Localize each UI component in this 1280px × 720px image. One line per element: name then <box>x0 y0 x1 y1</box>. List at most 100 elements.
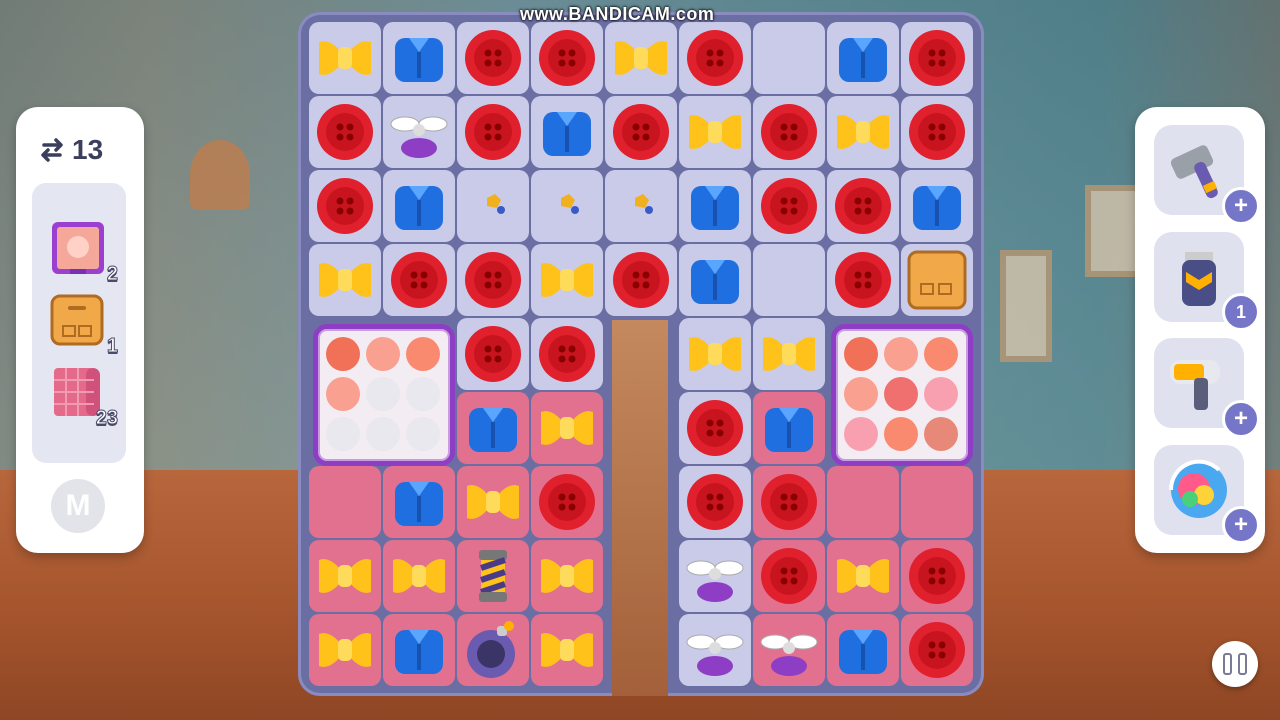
pause-icon <box>1223 653 1232 675</box>
goal-box-count: 1 <box>106 335 118 358</box>
board-cell-shirt[interactable] <box>531 96 603 168</box>
board-cell-propeller[interactable] <box>753 614 825 686</box>
collection-dot <box>366 377 400 411</box>
board-cell-button[interactable] <box>457 96 529 168</box>
board-cell-dust[interactable] <box>605 170 677 242</box>
board-cell-button[interactable] <box>901 540 973 612</box>
board-cell-shirt[interactable] <box>383 614 455 686</box>
board-cell-bow[interactable] <box>605 22 677 94</box>
board-cell-bow[interactable] <box>531 244 603 316</box>
board-cell-button[interactable] <box>901 22 973 94</box>
booster-color-shuffle-add[interactable]: + <box>1222 506 1260 544</box>
collection-dot <box>884 417 918 451</box>
collection-dot <box>326 417 360 451</box>
board-cell-button[interactable] <box>901 614 973 686</box>
board-cell-button[interactable] <box>753 466 825 538</box>
board-cell-button[interactable] <box>753 170 825 242</box>
board-cell-shirt[interactable] <box>679 244 751 316</box>
moves-counter: 13 <box>40 134 103 166</box>
board-cell-shirt[interactable] <box>383 22 455 94</box>
board-cell-shirt[interactable] <box>679 170 751 242</box>
board-cell-shirt[interactable] <box>753 392 825 464</box>
board-cell-button[interactable] <box>901 96 973 168</box>
board-cell-pink[interactable] <box>827 466 899 538</box>
board-cell-button[interactable] <box>457 22 529 94</box>
board-cell-shirt[interactable] <box>457 392 529 464</box>
goal-painting: 2 <box>50 220 119 286</box>
board-cell-bow[interactable] <box>309 540 381 612</box>
board-cell-box[interactable] <box>901 244 973 316</box>
board-cell-button[interactable] <box>457 318 529 390</box>
collection-box <box>313 324 455 466</box>
board-cell-pink[interactable] <box>309 466 381 538</box>
board-cell-bow[interactable] <box>309 22 381 94</box>
board-cell-bow[interactable] <box>827 96 899 168</box>
collection-dot <box>406 337 440 371</box>
board-cell-bow[interactable] <box>531 614 603 686</box>
board-cell-shirt[interactable] <box>827 614 899 686</box>
board-cell-button[interactable] <box>383 244 455 316</box>
board-cell-button[interactable] <box>531 22 603 94</box>
pause-button[interactable] <box>1212 641 1258 687</box>
board-cell-button[interactable] <box>531 318 603 390</box>
board-cell-button[interactable] <box>679 392 751 464</box>
board-cell-bow[interactable] <box>679 318 751 390</box>
board-cell-bow[interactable] <box>531 540 603 612</box>
board-cell-bow[interactable] <box>531 392 603 464</box>
collection-box <box>831 324 973 466</box>
board-cell-propeller[interactable] <box>383 96 455 168</box>
board-cell-dust[interactable] <box>531 170 603 242</box>
booster-battery-count: 1 <box>1222 293 1260 331</box>
goal-box: 1 <box>50 292 119 358</box>
background-picture-frame <box>1000 250 1052 362</box>
collection-dot <box>884 377 918 411</box>
board-cell-empty[interactable] <box>753 244 825 316</box>
board-cell-pink[interactable] <box>901 466 973 538</box>
board-cell-bow[interactable] <box>457 466 529 538</box>
collection-dot <box>924 417 958 451</box>
board-cell-rocket[interactable] <box>457 540 529 612</box>
board-cell-button[interactable] <box>827 244 899 316</box>
goal-fabric: 23 <box>50 364 119 430</box>
board-cell-bow[interactable] <box>827 540 899 612</box>
board-cell-button[interactable] <box>531 466 603 538</box>
collection-dot <box>326 377 360 411</box>
board-cell-dust[interactable] <box>457 170 529 242</box>
board-cell-bomb[interactable] <box>457 614 529 686</box>
recording-watermark: www.BANDICAM.com <box>520 4 715 24</box>
board-cell-shirt[interactable] <box>383 466 455 538</box>
board-cell-empty[interactable] <box>753 22 825 94</box>
board-cell-shirt[interactable] <box>901 170 973 242</box>
collection-dot <box>924 337 958 371</box>
board-cell-button[interactable] <box>309 96 381 168</box>
collection-dot <box>366 417 400 451</box>
board-cell-button[interactable] <box>605 96 677 168</box>
board-cell-button[interactable] <box>309 170 381 242</box>
board-cell-propeller[interactable] <box>679 540 751 612</box>
board-cell-bow[interactable] <box>679 96 751 168</box>
board-cell-bow[interactable] <box>383 540 455 612</box>
board-cell-bow[interactable] <box>753 318 825 390</box>
board-cell-button[interactable] <box>753 96 825 168</box>
collection-dot <box>366 337 400 371</box>
booster-hammer-add[interactable]: + <box>1222 187 1260 225</box>
board-cell-button[interactable] <box>679 22 751 94</box>
collection-dot <box>924 377 958 411</box>
board-gap <box>612 320 668 696</box>
booster-hair-dryer-add[interactable]: + <box>1222 400 1260 438</box>
goal-painting-count: 2 <box>106 263 118 286</box>
board-cell-propeller[interactable] <box>679 614 751 686</box>
board-cell-button[interactable] <box>605 244 677 316</box>
board-cell-button[interactable] <box>827 170 899 242</box>
board-cell-button[interactable] <box>679 466 751 538</box>
collection-dot <box>406 377 440 411</box>
goal-fabric-count: 23 <box>95 407 118 430</box>
moves-count: 13 <box>72 134 104 165</box>
board-cell-bow[interactable] <box>309 244 381 316</box>
board-cell-button[interactable] <box>753 540 825 612</box>
board-cell-shirt[interactable] <box>827 22 899 94</box>
board-cell-shirt[interactable] <box>383 170 455 242</box>
m-button[interactable]: M <box>51 479 105 533</box>
board-cell-bow[interactable] <box>309 614 381 686</box>
board-cell-button[interactable] <box>457 244 529 316</box>
